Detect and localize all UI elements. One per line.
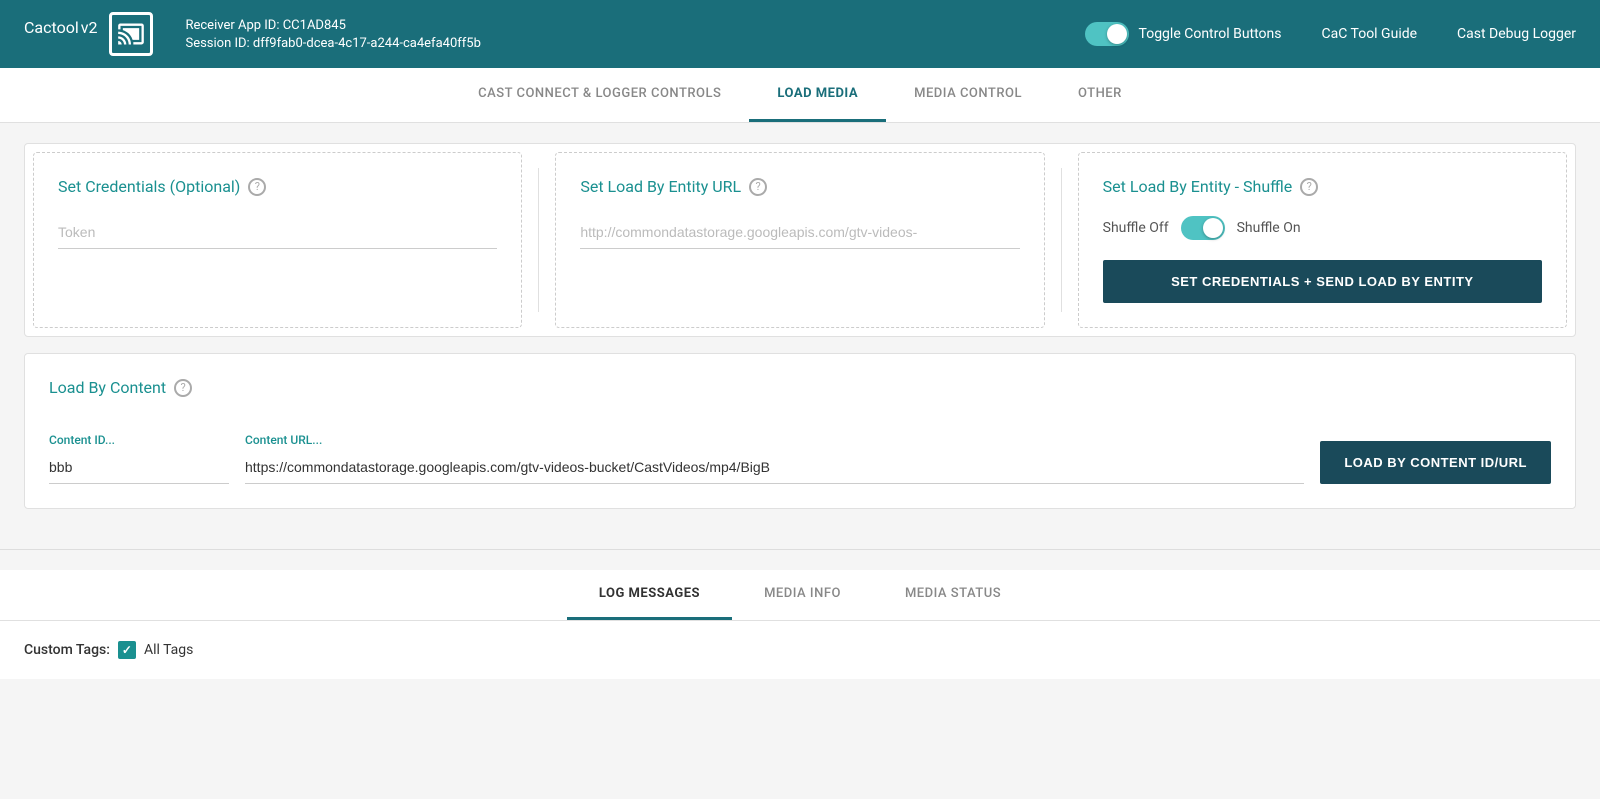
custom-tags-label: Custom Tags: xyxy=(24,642,110,658)
content-url-group: Content URL... xyxy=(245,433,1304,484)
header-nav: CaC Tool Guide Cast Debug Logger xyxy=(1322,26,1577,42)
app-header: Cactoolv2 Receiver App ID: CC1AD845 Sess… xyxy=(0,0,1600,68)
main-content: Set Credentials (Optional) ? Set Load By… xyxy=(0,123,1600,545)
top-cards-container: Set Credentials (Optional) ? Set Load By… xyxy=(24,143,1576,337)
tab-cast-connect[interactable]: CAST CONNECT & LOGGER CONTROLS xyxy=(450,68,749,122)
load-content-help-icon[interactable]: ? xyxy=(174,379,192,397)
custom-tags-row: Custom Tags: All Tags xyxy=(24,641,1576,659)
logo-text: Cactoolv2 xyxy=(24,18,97,50)
tab-log-messages[interactable]: LOG MESSAGES xyxy=(567,570,732,620)
load-by-content-button[interactable]: LOAD BY CONTENT ID/URL xyxy=(1320,441,1551,484)
toggle-control-buttons[interactable]: Toggle Control Buttons xyxy=(1085,22,1282,46)
content-id-input[interactable] xyxy=(49,451,229,484)
cast-icon xyxy=(109,12,153,56)
session-id: Session ID: dff9fab0-dcea-4c17-a244-ca4e… xyxy=(185,36,1084,51)
cac-tool-guide-link[interactable]: CaC Tool Guide xyxy=(1322,26,1418,42)
shuffle-card-title: Set Load By Entity - Shuffle ? xyxy=(1103,177,1542,196)
load-content-title: Load By Content ? xyxy=(49,378,1551,397)
tab-media-control[interactable]: MEDIA CONTROL xyxy=(886,68,1050,122)
toggle-switch[interactable] xyxy=(1085,22,1129,46)
shuffle-toggle[interactable] xyxy=(1181,216,1225,240)
entity-url-card: Set Load By Entity URL ? xyxy=(555,152,1044,328)
all-tags-checkbox[interactable] xyxy=(118,641,136,659)
receiver-app-id: Receiver App ID: CC1AD845 xyxy=(185,18,1084,33)
main-tabs-bar: CAST CONNECT & LOGGER CONTROLS LOAD MEDI… xyxy=(0,68,1600,123)
tab-other[interactable]: OTHER xyxy=(1050,68,1150,122)
entity-url-help-icon[interactable]: ? xyxy=(749,178,767,196)
cast-debug-logger-link[interactable]: Cast Debug Logger xyxy=(1457,26,1576,42)
credentials-card-title: Set Credentials (Optional) ? xyxy=(58,177,497,196)
load-content-card: Load By Content ? Content ID... Content … xyxy=(25,354,1575,508)
content-id-label: Content ID... xyxy=(49,433,229,447)
cards-row: Set Credentials (Optional) ? Set Load By… xyxy=(25,144,1575,336)
shuffle-toggle-row: Shuffle Off Shuffle On xyxy=(1103,216,1542,240)
entity-url-card-title: Set Load By Entity URL ? xyxy=(580,177,1019,196)
shuffle-card: Set Load By Entity - Shuffle ? Shuffle O… xyxy=(1078,152,1567,328)
credentials-card: Set Credentials (Optional) ? xyxy=(33,152,522,328)
load-content-fields: Content ID... Content URL... LOAD BY CON… xyxy=(49,433,1551,484)
load-content-outer: Load By Content ? Content ID... Content … xyxy=(24,353,1576,509)
tab-media-status[interactable]: MEDIA STATUS xyxy=(873,570,1033,620)
shuffle-off-label: Shuffle Off xyxy=(1103,220,1169,236)
credentials-help-icon[interactable]: ? xyxy=(248,178,266,196)
bottom-tabs-bar: LOG MESSAGES MEDIA INFO MEDIA STATUS xyxy=(0,570,1600,621)
toggle-label: Toggle Control Buttons xyxy=(1139,26,1282,42)
cast-svg xyxy=(117,20,145,48)
token-input[interactable] xyxy=(58,216,497,249)
content-url-label: Content URL... xyxy=(245,433,1304,447)
log-messages-section: Custom Tags: All Tags xyxy=(0,621,1600,679)
entity-url-input[interactable] xyxy=(580,216,1019,249)
all-tags-label: All Tags xyxy=(144,642,193,658)
shuffle-help-icon[interactable]: ? xyxy=(1300,178,1318,196)
content-url-input[interactable] xyxy=(245,451,1304,484)
logo-container: Cactoolv2 xyxy=(24,12,153,56)
card-divider-2 xyxy=(1061,168,1062,312)
shuffle-on-label: Shuffle On xyxy=(1237,220,1301,236)
session-info: Receiver App ID: CC1AD845 Session ID: df… xyxy=(185,18,1084,51)
card-divider-1 xyxy=(538,168,539,312)
set-credentials-send-load-button[interactable]: SET CREDENTIALS + SEND LOAD BY ENTITY xyxy=(1103,260,1542,303)
section-divider xyxy=(0,549,1600,550)
tab-load-media[interactable]: LOAD MEDIA xyxy=(749,68,886,122)
content-id-group: Content ID... xyxy=(49,433,229,484)
tab-media-info[interactable]: MEDIA INFO xyxy=(732,570,873,620)
